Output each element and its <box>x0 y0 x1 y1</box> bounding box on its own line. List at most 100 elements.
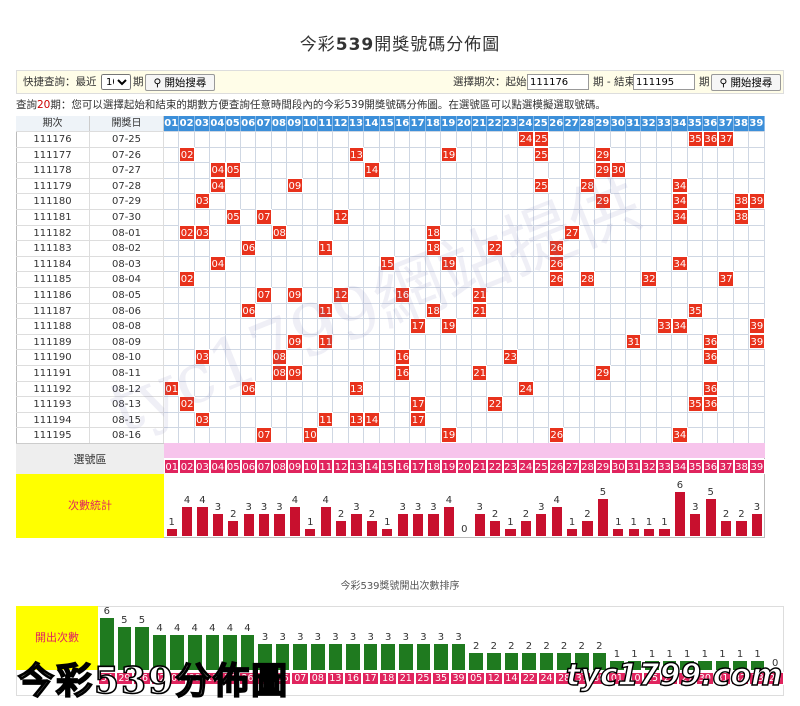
pick-number[interactable]: 11 <box>318 459 334 474</box>
pick-number[interactable]: 14 <box>364 459 380 474</box>
count-value: 3 <box>245 502 252 513</box>
header-period: 期次 <box>16 116 90 131</box>
pick-number[interactable]: 39 <box>749 459 765 474</box>
grid-cell <box>302 380 318 397</box>
pick-number[interactable]: 04 <box>210 459 226 474</box>
pick-number[interactable]: 29 <box>595 459 611 474</box>
pick-number[interactable]: 25 <box>533 459 549 474</box>
grid-cell <box>703 411 719 428</box>
grid-cell <box>271 209 288 225</box>
hit-number: 28 <box>579 177 596 194</box>
grid-cell <box>179 380 195 397</box>
pick-number[interactable]: 38 <box>733 459 750 474</box>
grid-cell <box>718 193 734 209</box>
range-search-button[interactable]: ⚲ 開始搜尋 <box>711 74 781 91</box>
pick-number[interactable]: 37 <box>718 459 734 474</box>
grid-cell <box>564 396 580 412</box>
pick-number[interactable]: 10 <box>302 459 318 474</box>
pick-number[interactable]: 30 <box>610 459 626 474</box>
grid-cell <box>410 271 426 287</box>
grid-cell <box>579 255 596 272</box>
grid-cell <box>626 224 642 241</box>
grid-cell <box>656 224 673 241</box>
grid-cell <box>395 146 411 163</box>
pick-number[interactable]: 22 <box>487 459 503 474</box>
count-bar <box>505 528 516 536</box>
header-number: 25 <box>533 116 549 131</box>
pick-number[interactable]: 36 <box>703 459 719 474</box>
grid-cell <box>318 318 334 334</box>
pick-number[interactable]: 23 <box>502 459 519 474</box>
grid-cell <box>364 365 380 381</box>
grid-cell <box>549 224 565 241</box>
row-period: 111179 <box>16 177 90 194</box>
start-period-input[interactable] <box>527 74 589 90</box>
grid-cell <box>379 131 395 147</box>
pick-number[interactable]: 08 <box>271 459 288 474</box>
grid-cell <box>225 193 241 209</box>
hit-number: 26 <box>549 427 565 443</box>
grid-cell <box>333 396 349 412</box>
grid-cell <box>518 365 534 381</box>
pick-number[interactable]: 21 <box>472 459 488 474</box>
pick-number[interactable]: 12 <box>333 459 349 474</box>
pick-number[interactable]: 09 <box>287 459 303 474</box>
pick-number[interactable]: 27 <box>564 459 580 474</box>
query-count: 20 <box>37 99 51 111</box>
pick-number[interactable]: 24 <box>518 459 534 474</box>
pick-number[interactable]: 18 <box>425 459 442 474</box>
pick-number[interactable]: 31 <box>626 459 642 474</box>
grid-cell <box>256 380 272 397</box>
ranking-bar <box>522 652 536 670</box>
grid-cell <box>533 287 549 303</box>
pick-number[interactable]: 33 <box>656 459 673 474</box>
grid-cell <box>287 318 303 334</box>
grid-cell <box>256 177 272 194</box>
grid-cell <box>456 162 472 178</box>
end-period-input[interactable] <box>633 74 695 90</box>
pick-number[interactable]: 06 <box>241 459 257 474</box>
pick-number[interactable]: 32 <box>641 459 657 474</box>
grid-cell <box>287 271 303 287</box>
pick-number[interactable]: 19 <box>441 459 457 474</box>
ranking-value: 3 <box>385 632 392 643</box>
grid-cell <box>164 349 180 365</box>
grid-cell <box>626 396 642 412</box>
grid-cell <box>595 380 611 397</box>
pick-number[interactable]: 16 <box>395 459 411 474</box>
grid-cell <box>333 162 349 178</box>
pick-number[interactable]: 20 <box>456 459 472 474</box>
pick-number[interactable]: 35 <box>687 459 703 474</box>
quick-period-select[interactable]: 10 <box>101 74 131 90</box>
pick-number[interactable]: 26 <box>549 459 565 474</box>
grid-cell <box>395 302 411 319</box>
grid-cell <box>518 240 534 256</box>
pick-number[interactable]: 15 <box>379 459 395 474</box>
grid-cell <box>225 255 241 272</box>
grid-cell <box>733 131 750 147</box>
pick-number[interactable]: 02 <box>179 459 195 474</box>
pick-number[interactable]: 17 <box>410 459 426 474</box>
grid-cell <box>395 255 411 272</box>
hit-number: 21 <box>472 287 488 303</box>
pick-number[interactable]: 01 <box>164 459 180 474</box>
pick-number[interactable]: 13 <box>348 459 365 474</box>
pick-number[interactable]: 28 <box>579 459 596 474</box>
grid-cell <box>626 131 642 147</box>
pick-number[interactable]: 07 <box>256 459 272 474</box>
grid-cell <box>456 287 472 303</box>
pick-number[interactable]: 34 <box>672 459 688 474</box>
grid-cell <box>533 333 549 350</box>
pick-number[interactable]: 03 <box>194 459 211 474</box>
count-value: 4 <box>199 494 206 506</box>
count-bar <box>181 506 193 536</box>
grid-cell <box>302 349 318 365</box>
grid-cell <box>395 177 411 194</box>
grid-cell <box>364 427 380 443</box>
count-bar <box>289 506 301 536</box>
pick-number[interactable]: 05 <box>225 459 241 474</box>
grid-cell <box>456 131 472 147</box>
grid-cell <box>641 287 657 303</box>
grid-cell <box>687 287 703 303</box>
quick-search-button[interactable]: ⚲ 開始搜尋 <box>145 74 215 91</box>
